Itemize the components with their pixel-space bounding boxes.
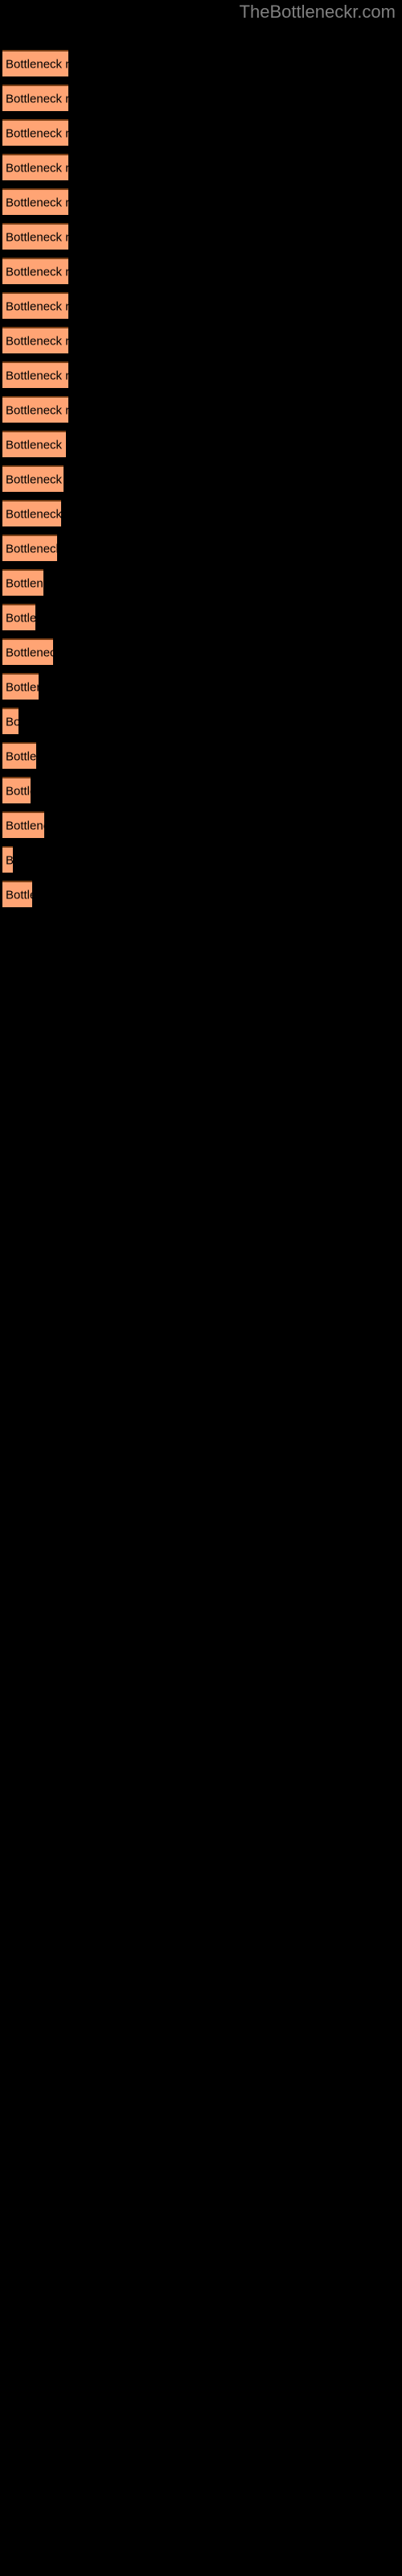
- bar-label: Bottleneck result: [6, 299, 68, 313]
- bottleneck-result-bar[interactable]: Bottleneck result: [2, 846, 13, 873]
- bar-label: Bottleneck result: [6, 57, 68, 71]
- bar-row: Bottleneck result: [2, 535, 57, 561]
- bar-label: Bottleneck result: [6, 507, 61, 521]
- bar-label: Bottleneck result: [6, 888, 32, 902]
- bar-label: Bottleneck result: [6, 542, 57, 555]
- bar-row: Bottleneck result: [2, 50, 68, 76]
- bottleneck-result-bar[interactable]: Bottleneck result: [2, 327, 68, 353]
- bar-label: Bottleneck result: [6, 334, 68, 348]
- bar-label: Bottleneck result: [6, 126, 68, 140]
- bar-row: Bottleneck result: [2, 223, 68, 250]
- bottleneck-result-bar[interactable]: Bottleneck result: [2, 396, 68, 423]
- bottleneck-result-bar[interactable]: Bottleneck result: [2, 119, 68, 146]
- bottleneck-result-bar[interactable]: Bottleneck result: [2, 85, 68, 111]
- bottleneck-result-bar[interactable]: Bottleneck result: [2, 361, 68, 388]
- bottleneck-result-bar[interactable]: Bottleneck result: [2, 638, 53, 665]
- bar-label: Bottleneck result: [6, 646, 53, 659]
- bar-row: Bottleneck result: [2, 292, 68, 319]
- bottleneck-result-bar[interactable]: Bottleneck result: [2, 742, 36, 769]
- bottleneck-result-bar[interactable]: Bottleneck result: [2, 431, 66, 457]
- bar-label: Bottleneck result: [6, 230, 68, 244]
- bottleneck-result-bar[interactable]: Bottleneck result: [2, 673, 39, 700]
- bar-row: Bottleneck result: [2, 569, 43, 596]
- bar-row: Bottleneck result: [2, 673, 39, 700]
- bar-label: Bottleneck result: [6, 784, 31, 798]
- bar-label: Bottleneck result: [6, 438, 66, 452]
- bar-label: Bottleneck result: [6, 265, 68, 279]
- bar-label: Bottleneck result: [6, 196, 68, 209]
- bar-label: Bottleneck result: [6, 853, 13, 867]
- bottleneck-result-bar[interactable]: Bottleneck result: [2, 500, 61, 526]
- bar-row: Bottleneck result: [2, 811, 44, 838]
- bottleneck-result-bar[interactable]: Bottleneck result: [2, 50, 68, 76]
- bottleneck-result-bar[interactable]: Bottleneck result: [2, 154, 68, 180]
- bottleneck-result-bar[interactable]: Bottleneck result: [2, 881, 32, 907]
- bar-row: Bottleneck result: [2, 154, 68, 180]
- bar-row: Bottleneck result: [2, 361, 68, 388]
- page-root: TheBottleneckr.com Bottleneck resultBott…: [0, 0, 402, 2576]
- bottleneck-bar-chart: Bottleneck result Bottleneck result Bottle…: [0, 0, 402, 2576]
- bottleneck-result-bar[interactable]: Bottleneck result: [2, 569, 43, 596]
- bar-row: Bottleneck result: [2, 396, 68, 423]
- bar-row: Bottleneck result: [2, 881, 32, 907]
- bar-label: Bottleneck result: [6, 715, 18, 729]
- bottleneck-result-bar[interactable]: Bottleneck result: [2, 708, 18, 734]
- bar-row: Bottleneck result: [2, 638, 53, 665]
- bar-row: Bottleneck result: [2, 119, 68, 146]
- bar-row: Bottleneck result: [2, 708, 18, 734]
- bottleneck-result-bar[interactable]: Bottleneck result: [2, 777, 31, 803]
- bar-label: Bottleneck result: [6, 576, 43, 590]
- bottleneck-result-bar[interactable]: Bottleneck result: [2, 188, 68, 215]
- bar-label: Bottleneck result: [6, 473, 64, 486]
- bottleneck-result-bar[interactable]: Bottleneck result: [2, 258, 68, 284]
- bar-label: Bottleneck result: [6, 92, 68, 105]
- bar-row: Bottleneck result: [2, 465, 64, 492]
- bar-row: Bottleneck result: [2, 742, 36, 769]
- bar-row: Bottleneck result: [2, 500, 61, 526]
- bottleneck-result-bar[interactable]: Bottleneck result: [2, 535, 57, 561]
- bar-label: Bottleneck result: [6, 819, 44, 832]
- bar-row: Bottleneck result: [2, 258, 68, 284]
- bottleneck-result-bar[interactable]: Bottleneck result: [2, 465, 64, 492]
- bar-label: Bottleneck result: [6, 611, 35, 625]
- bottleneck-result-bar[interactable]: Bottleneck result: [2, 292, 68, 319]
- bar-label: Bottleneck result: [6, 161, 68, 175]
- bar-row: Bottleneck result: [2, 327, 68, 353]
- bar-label: Bottleneck result: [6, 749, 36, 763]
- bottleneck-result-bar[interactable]: Bottleneck result: [2, 811, 44, 838]
- bottleneck-result-bar[interactable]: Bottleneck result: [2, 223, 68, 250]
- bar-row: Bottleneck result: [2, 188, 68, 215]
- bar-row: Bottleneck result: [2, 846, 13, 873]
- bar-row: Bottleneck result: [2, 777, 31, 803]
- bar-row: Bottleneck result: [2, 431, 66, 457]
- bar-label: Bottleneck result: [6, 369, 68, 382]
- bar-label: Bottleneck result: [6, 403, 68, 417]
- bar-row: Bottleneck result: [2, 604, 35, 630]
- bottleneck-result-bar[interactable]: Bottleneck result: [2, 604, 35, 630]
- bar-label: Bottleneck result: [6, 680, 39, 694]
- bar-row: Bottleneck result: [2, 85, 68, 111]
